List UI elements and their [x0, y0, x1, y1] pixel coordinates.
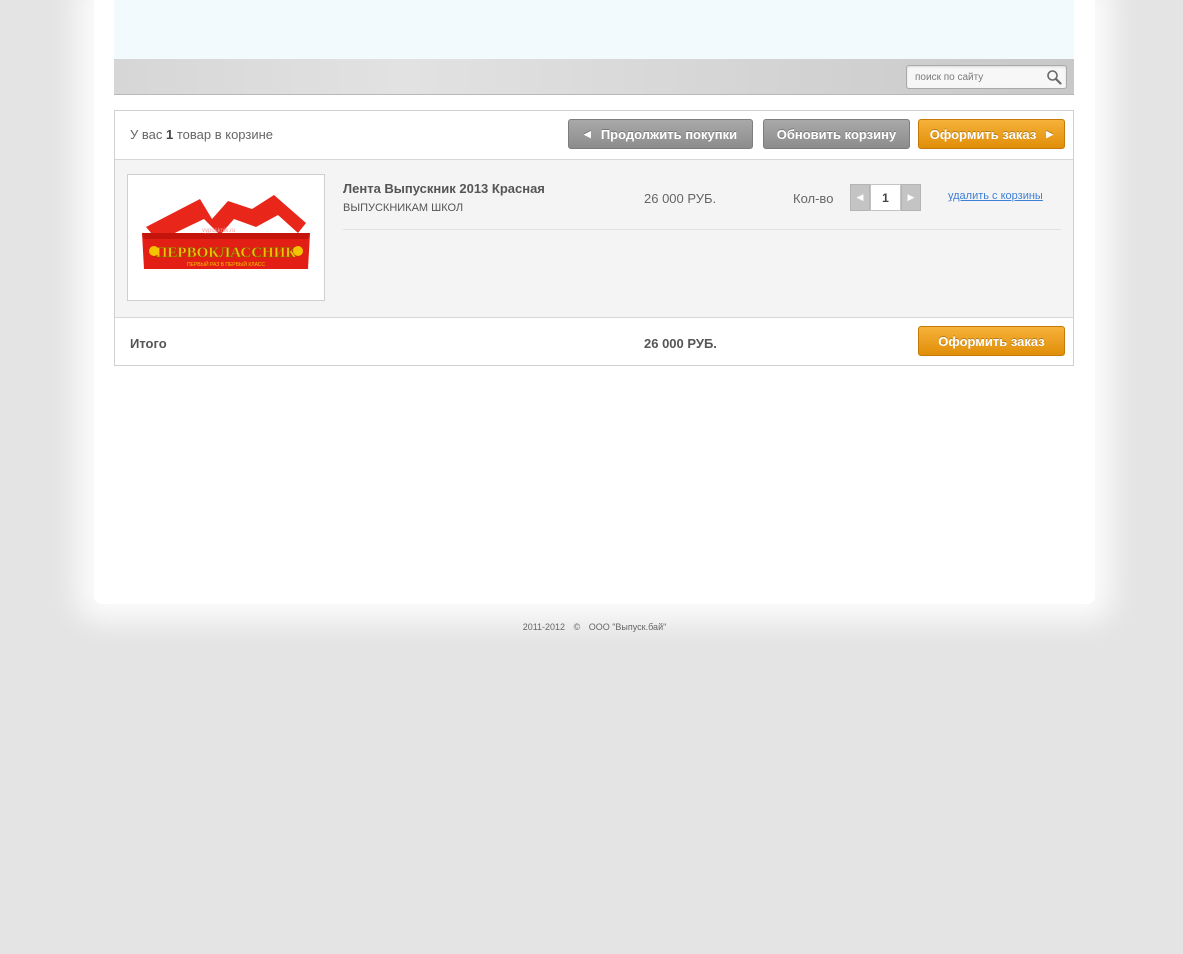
continue-shopping-label: Продолжить покупки — [600, 126, 738, 142]
checkout-bottom-label: Оформить заказ — [938, 333, 1045, 349]
copyright-symbol: © — [573, 622, 581, 632]
ribbon-ornament-left — [149, 246, 159, 256]
search-input[interactable] — [907, 66, 1043, 88]
quantity-decrease-button[interactable]: ◀ — [850, 184, 870, 211]
copyright-company: ООО "Выпуск.бай" — [588, 622, 667, 632]
update-cart-label: Обновить корзину — [776, 126, 897, 142]
search-box — [906, 65, 1067, 89]
copyright: 2011-2012 © ООО "Выпуск.бай" — [0, 622, 1183, 632]
cart-summary-prefix: У вас — [130, 127, 163, 142]
continue-shopping-button[interactable]: ◀ Продолжить покупки — [568, 119, 753, 149]
ribbon-image: vypusknik.ru ПЕРВОКЛАССНИК ПЕРВЫЙ РАЗ В … — [142, 195, 310, 269]
cart-summary: У вас 1 товар в корзине — [130, 127, 273, 142]
quantity-increase-button[interactable]: ▶ — [901, 184, 921, 211]
quantity-label: Кол-во — [793, 191, 834, 206]
cart-footer: Итого 26 000 РУБ. Оформить заказ — [115, 318, 1073, 365]
ribbon-ornament-right — [293, 246, 303, 256]
search-icon[interactable] — [1046, 69, 1062, 85]
cart-items: vypusknik.ru ПЕРВОКЛАССНИК ПЕРВЫЙ РАЗ В … — [115, 160, 1073, 318]
checkout-bottom-button[interactable]: Оформить заказ — [918, 326, 1065, 356]
cart-item-row: Лента Выпускник 2013 Красная ВЫПУСКНИКАМ… — [343, 160, 1061, 230]
quantity-input[interactable] — [870, 184, 901, 211]
checkout-label: Оформить заказ — [929, 126, 1037, 142]
cart-panel: У вас 1 товар в корзине ◀ Продолжить пок… — [114, 110, 1074, 366]
product-thumbnail[interactable]: vypusknik.ru ПЕРВОКЛАССНИК ПЕРВЫЙ РАЗ В … — [127, 174, 325, 301]
update-cart-button[interactable]: Обновить корзину — [763, 119, 910, 149]
copyright-years: 2011-2012 — [522, 622, 566, 632]
ribbon-text: ПЕРВОКЛАССНИК — [156, 245, 297, 261]
checkout-button[interactable]: Оформить заказ ▶ — [918, 119, 1065, 149]
item-title[interactable]: Лента Выпускник 2013 Красная — [343, 181, 545, 196]
ribbon-subtext: ПЕРВЫЙ РАЗ В ПЕРВЫЙ КЛАСС — [187, 260, 265, 268]
header-banner — [114, 0, 1074, 59]
total-label: Итого — [130, 336, 167, 351]
item-subtitle: ВЫПУСКНИКАМ ШКОЛ — [343, 202, 464, 214]
cart-header: У вас 1 товар в корзине ◀ Продолжить пок… — [115, 111, 1073, 160]
item-price: 26 000 РУБ. — [644, 191, 717, 206]
cart-item-count: 1 — [166, 127, 174, 142]
remove-from-cart-link[interactable]: удалить с корзины — [948, 190, 1043, 202]
total-value: 26 000 РУБ. — [644, 336, 717, 351]
arrow-left-icon: ◀ — [583, 128, 591, 139]
cart-summary-suffix: товар в корзине — [176, 127, 274, 142]
ribbon-watermark: vypusknik.ru — [202, 228, 235, 234]
arrow-right-icon: ▶ — [1046, 128, 1054, 139]
